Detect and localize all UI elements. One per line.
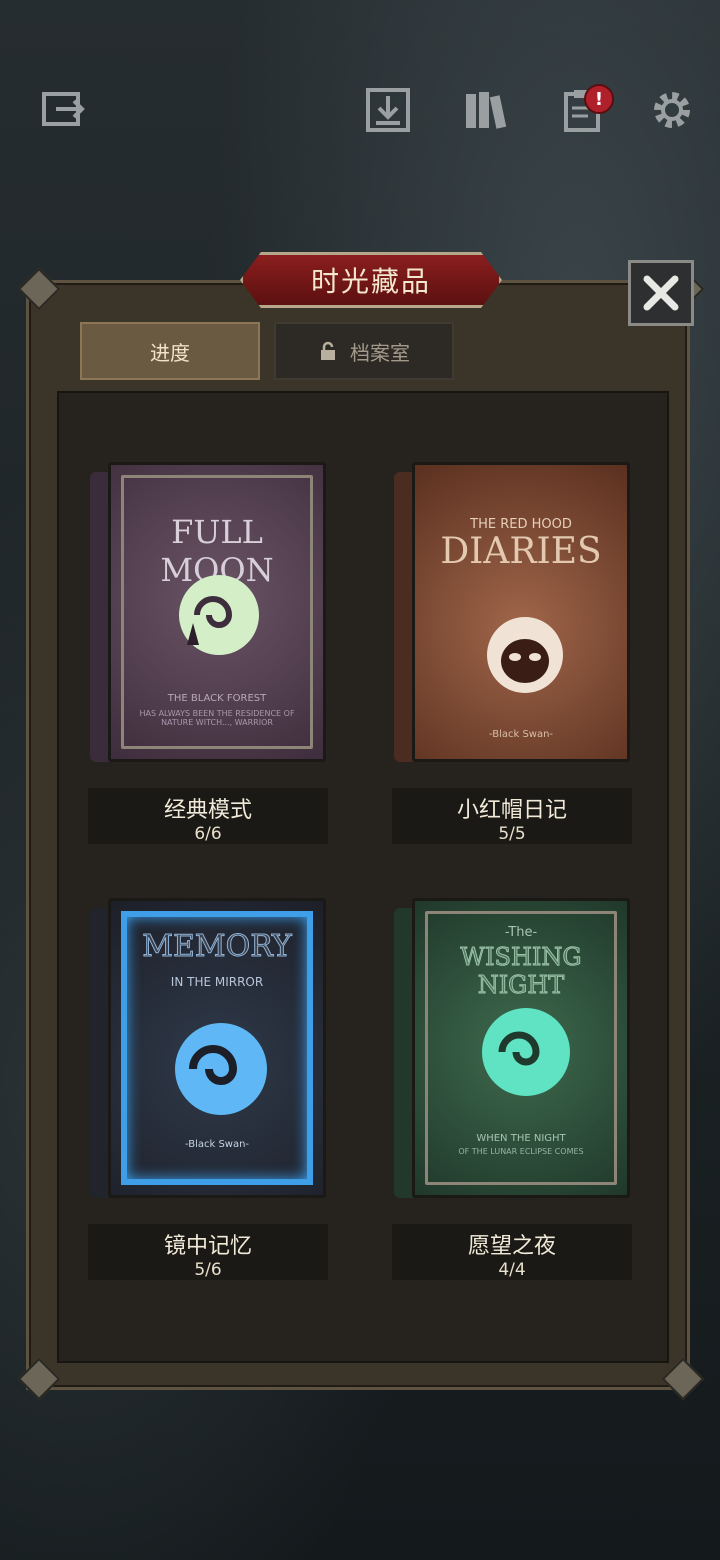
book-label: 小红帽日记 5/5 (392, 788, 632, 844)
exit-icon[interactable] (36, 84, 88, 136)
book-progress: 6/6 (194, 824, 222, 844)
cover-text: OF THE LUNAR ECLIPSE COMES (458, 1147, 584, 1156)
cover-top-text: THE RED HOOD (470, 517, 572, 532)
download-icon[interactable] (362, 84, 414, 136)
book-memory[interactable]: MEMORY IN THE MIRROR -Black Swan- (90, 898, 330, 1208)
cover-subtitle: -Black Swan- (184, 1139, 250, 1150)
book-progress: 5/5 (498, 824, 526, 844)
book-cover: -The- WISHING NIGHT WHEN THE NIGHT OF TH… (412, 898, 630, 1198)
book-diaries[interactable]: THE RED HOOD DIARIES -Black Swan- (394, 462, 634, 772)
tab-archive[interactable]: 档案室 (274, 322, 454, 380)
book-label: 愿望之夜 4/4 (392, 1224, 632, 1280)
page-title: 时光藏品 (310, 265, 431, 298)
crystal-emblem (175, 1023, 267, 1115)
clipboard-icon[interactable]: ! (556, 84, 614, 136)
cover-subtitle: WHEN THE NIGHT (476, 1133, 566, 1144)
book-wishing-night[interactable]: -The- WISHING NIGHT WHEN THE NIGHT OF TH… (394, 898, 634, 1208)
gear-icon[interactable] (646, 84, 698, 136)
cover-title: DIARIES (440, 531, 602, 572)
cover-top-text: IN THE MIRROR (170, 975, 264, 989)
notification-badge: ! (584, 84, 614, 114)
cover-top-text: -The- (504, 925, 538, 940)
close-icon (643, 275, 679, 311)
cover-title: WISHING NIGHT (460, 943, 582, 1000)
tab-progress[interactable]: 进度 (80, 322, 260, 380)
book-progress: 4/4 (498, 1260, 526, 1280)
book-name: 经典模式 (163, 798, 252, 823)
close-button[interactable] (628, 260, 694, 326)
cover-title: MEMORY (142, 929, 292, 965)
hood-emblem (487, 617, 563, 693)
book-name: 镜中记忆 (163, 1234, 252, 1259)
book-name: 小红帽日记 (456, 798, 567, 823)
book-cover: MEMORY IN THE MIRROR -Black Swan- (108, 898, 326, 1198)
eclipse-emblem (482, 1008, 570, 1096)
tab-label: 档案室 (350, 340, 410, 365)
panel-title-plate: 时光藏品 (240, 252, 502, 308)
book-progress: 5/6 (194, 1260, 222, 1280)
cover-subtitle: THE BLACK FOREST (167, 693, 267, 704)
tab-label: 进度 (150, 340, 190, 365)
cover-subtitle: -Black Swan- (488, 729, 554, 740)
book-cover: FULL MOON THE BLACK FOREST HAS ALWAYS BE… (108, 462, 326, 762)
book-name: 愿望之夜 (467, 1234, 556, 1259)
book-cover: THE RED HOOD DIARIES -Black Swan- (412, 462, 630, 762)
book-label: 经典模式 6/6 (88, 788, 328, 844)
moon-emblem (179, 575, 259, 655)
top-toolbar: ! (0, 70, 720, 150)
books-icon[interactable] (460, 84, 512, 136)
cover-text: HAS ALWAYS BEEN THE RESIDENCE OF NATURE … (139, 709, 295, 727)
lock-icon (321, 341, 335, 360)
book-full-moon[interactable]: FULL MOON THE BLACK FOREST HAS ALWAYS BE… (90, 462, 330, 772)
book-label: 镜中记忆 5/6 (88, 1224, 328, 1280)
